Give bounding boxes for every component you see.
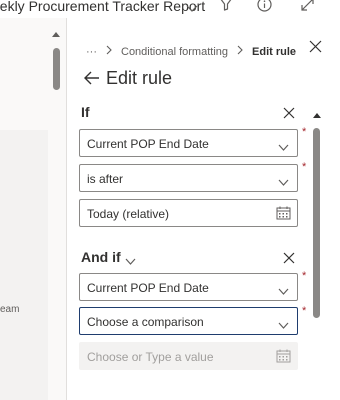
breadcrumb: ··· Conditional formatting Edit rule — [86, 45, 296, 58]
and-if-value-picker[interactable]: Choose or Type a value — [79, 342, 298, 370]
expand-icon[interactable] — [300, 0, 315, 17]
if-field-value: Current POP End Date — [87, 137, 209, 151]
back-arrow-icon[interactable] — [84, 71, 100, 90]
required-marker: * — [302, 270, 307, 282]
chevron-down-icon — [278, 318, 289, 332]
required-marker: * — [302, 126, 307, 138]
chevron-down-icon[interactable] — [125, 252, 136, 270]
chevron-right-icon — [106, 45, 112, 58]
chevron-down-icon — [278, 140, 289, 154]
page-title: Edit rule — [106, 68, 173, 88]
and-if-section-label: And if — [81, 249, 121, 265]
remove-and-if-condition-icon[interactable] — [283, 251, 295, 269]
chevron-down-icon[interactable] — [186, 0, 198, 18]
if-operator-dropdown[interactable]: is after — [79, 164, 298, 192]
canvas-scroll-thumb[interactable] — [53, 48, 60, 90]
if-date-value: Today (relative) — [87, 207, 170, 221]
calendar-icon[interactable] — [276, 206, 291, 223]
close-icon[interactable] — [309, 40, 322, 58]
chevron-down-icon — [278, 284, 289, 298]
chevron-down-icon — [278, 175, 289, 189]
remove-if-condition-icon[interactable] — [283, 106, 295, 124]
calendar-icon[interactable] — [276, 349, 291, 366]
if-date-picker[interactable]: Today (relative) — [79, 199, 298, 227]
breadcrumb-current: Edit rule — [252, 45, 297, 58]
info-icon[interactable] — [257, 0, 272, 17]
comparison-placeholder: Choose a comparison — [87, 315, 204, 329]
if-operator-value: is after — [87, 172, 124, 186]
pane-scroll-thumb[interactable] — [313, 128, 320, 318]
scroll-up-icon[interactable] — [313, 113, 321, 118]
required-marker: * — [302, 161, 307, 173]
chevron-right-icon — [237, 45, 243, 58]
breadcrumb-ellipsis[interactable]: ··· — [86, 46, 97, 58]
report-visual-area — [0, 130, 48, 400]
if-field-dropdown[interactable]: Current POP End Date — [79, 129, 298, 157]
if-section-label: If — [81, 104, 90, 120]
required-marker: * — [302, 305, 307, 317]
report-title: eekly Procurement Tracker Report — [0, 0, 206, 14]
and-if-field-dropdown[interactable]: Current POP End Date — [79, 273, 298, 301]
and-if-comparison-dropdown[interactable]: Choose a comparison — [79, 307, 298, 335]
filter-icon[interactable] — [219, 0, 233, 16]
value-placeholder: Choose or Type a value — [87, 350, 214, 364]
breadcrumb-conditional-formatting[interactable]: Conditional formatting — [121, 46, 228, 58]
and-if-field-value: Current POP End Date — [87, 281, 209, 295]
scroll-up-icon[interactable] — [52, 32, 60, 37]
report-header: eekly Procurement Tracker Report — [0, 0, 340, 18]
truncated-label: eam — [0, 304, 20, 315]
